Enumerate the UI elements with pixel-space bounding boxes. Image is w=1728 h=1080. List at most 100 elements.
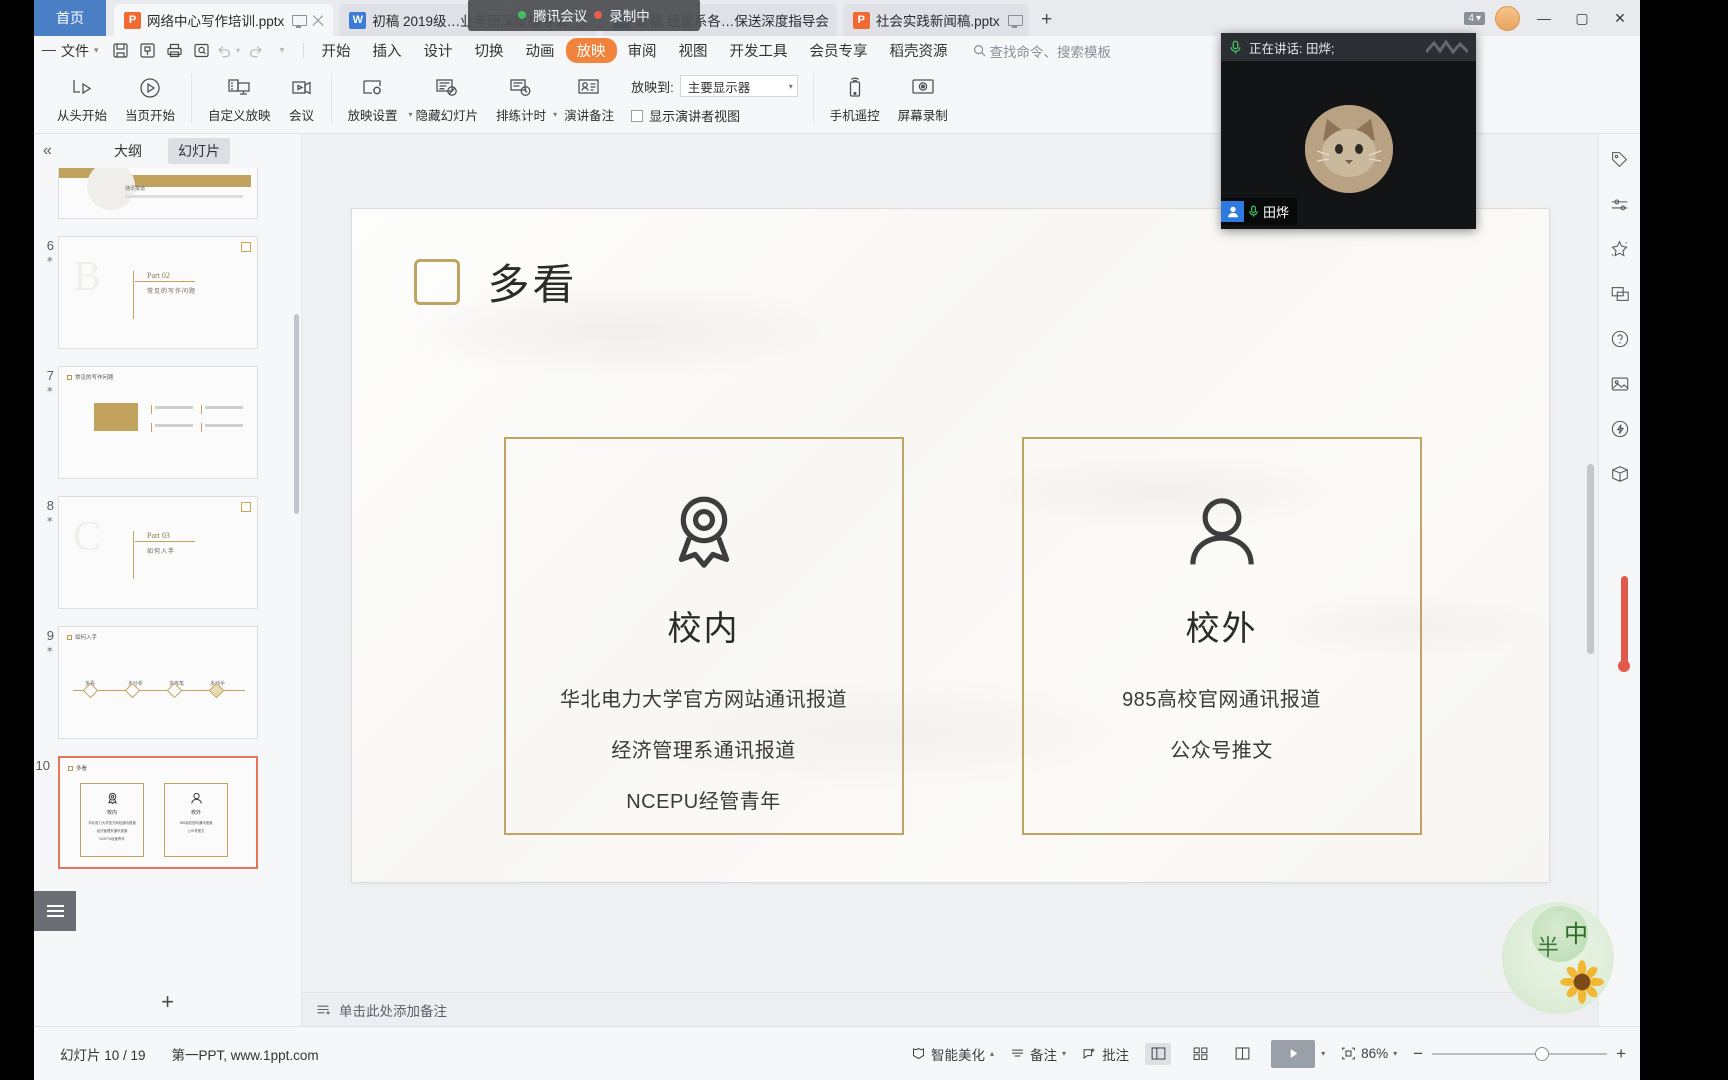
ribbon-phone-remote[interactable]: 手机遥控 — [821, 69, 889, 124]
sparkle-star-icon[interactable] — [1609, 238, 1631, 260]
notes-bar[interactable]: 单击此处添加备注 — [302, 992, 1598, 1026]
beautify-button[interactable]: 智能美化 ▴ — [911, 1044, 994, 1064]
slide-editor[interactable]: 多看 校内 华北电力大学官方网站通讯报道 经济管理系通讯报道 NCEPU经管青年… — [302, 134, 1598, 1026]
ribbon-custom-show[interactable]: 自定义放映 — [199, 69, 280, 124]
slider-settings-icon[interactable] — [1609, 193, 1631, 215]
screen-share-icon[interactable] — [1609, 283, 1631, 305]
menu-item-slideshow[interactable]: 放映 — [565, 38, 617, 63]
collapse-chevrons-icon[interactable]: « — [43, 142, 52, 160]
menu-item-resources[interactable]: 稻壳资源 — [879, 38, 959, 63]
slide-title-group[interactable]: 多看 — [413, 251, 578, 312]
new-tab-button[interactable]: + — [1029, 4, 1065, 36]
play-slideshow-icon[interactable] — [1271, 1039, 1316, 1068]
add-slide-button[interactable]: + — [34, 978, 301, 1026]
redo-icon[interactable] — [243, 40, 268, 62]
thumbnail-slide-5[interactable]: 通讯报道 — [58, 168, 258, 219]
close-icon[interactable] — [312, 14, 325, 27]
ribbon-meeting[interactable]: 会议 — [280, 69, 324, 124]
maximize-button[interactable]: ▢ — [1568, 10, 1596, 27]
thumbnail-slide-8[interactable]: 8 ✶ C Part 03 如何入手 — [46, 496, 258, 609]
save-icon[interactable] — [108, 40, 133, 62]
meeting-floating-window[interactable]: 正在讲话: 田烨; 田烨 — [1221, 33, 1476, 229]
thumbnail-checkbox[interactable] — [241, 242, 251, 252]
close-window-button[interactable]: ✕ — [1606, 10, 1634, 27]
ribbon-start-from-current[interactable]: 当页开始 — [116, 69, 184, 124]
project-to-select[interactable]: 主要显示器 ▾ — [679, 75, 798, 97]
card-campus-internal[interactable]: 校内 华北电力大学官方网站通讯报道 经济管理系通讯报道 NCEPU经管青年 — [503, 437, 904, 835]
slide-canvas[interactable]: 多看 校内 华北电力大学官方网站通讯报道 经济管理系通讯报道 NCEPU经管青年… — [351, 209, 1549, 882]
chevron-down-icon[interactable]: ▾ — [1321, 1049, 1325, 1058]
zoom-in-button[interactable]: + — [1616, 1044, 1626, 1064]
zoom-slider[interactable]: − + — [1413, 1044, 1626, 1064]
menu-item-review[interactable]: 审阅 — [617, 38, 668, 63]
minimize-button[interactable]: — — [1530, 10, 1558, 26]
reading-view-icon[interactable] — [1229, 1043, 1255, 1065]
menu-item-animation[interactable]: 动画 — [515, 38, 566, 63]
file-menu-button[interactable]: 文件 ▾ — [42, 41, 99, 61]
thumbnail-7-animation-star: ✶ — [45, 385, 54, 396]
thumbnail-list[interactable]: 通讯报道 6 ✶ B Part 02 常见的写作问题 7 ✶ 常见的写作问题 8… — [34, 168, 301, 978]
start-from-beginning-icon — [69, 72, 95, 104]
thumbnail-slide-9[interactable]: 9 ✶ 如何入手 多看 多分析 多练笔 多动手 — [46, 626, 258, 739]
card-campus-external[interactable]: 校外 985高校官网通讯报道 公众号推文 — [1021, 437, 1422, 835]
menu-item-insert[interactable]: 插入 — [362, 38, 413, 63]
ribbon-divider — [191, 73, 193, 123]
menu-item-design[interactable]: 设计 — [413, 38, 464, 63]
chevron-down-icon[interactable]: ▾ — [553, 110, 557, 119]
tab-overflow-badge[interactable]: 4 ▾ — [1464, 11, 1485, 25]
zoom-knob[interactable] — [1535, 1046, 1550, 1061]
ribbon-screen-record-label: 屏幕录制 — [897, 109, 948, 123]
package-icon[interactable] — [1609, 463, 1631, 485]
document-tab-4[interactable]: P 社会实践新闻稿.pptx — [842, 4, 1029, 36]
comment-button[interactable]: 批注 — [1082, 1044, 1129, 1064]
menu-item-devtools[interactable]: 开发工具 — [719, 38, 799, 63]
menu-item-transition[interactable]: 切换 — [464, 38, 515, 63]
thumbnail-checkbox[interactable] — [241, 502, 251, 512]
customize-toolbar-icon[interactable]: ▾ — [270, 40, 295, 62]
fit-to-window-button[interactable]: 86% ▾ — [1341, 1046, 1397, 1061]
ribbon-start-from-beginning[interactable]: 从头开始 — [48, 69, 116, 124]
print-icon[interactable] — [162, 40, 187, 62]
outline-list-icon[interactable] — [34, 891, 76, 931]
notes-toggle-button[interactable]: 备注 ▾ — [1010, 1044, 1066, 1064]
ribbon-speaker-notes[interactable]: 演讲备注 — [555, 69, 623, 124]
ribbon-rehearse-timing[interactable]: 排练计时 ▾ — [487, 69, 557, 133]
menu-item-view[interactable]: 视图 — [668, 38, 719, 63]
zoom-out-button[interactable]: − — [1413, 1044, 1423, 1064]
cast-icon[interactable] — [1007, 14, 1023, 28]
avatar[interactable] — [1495, 5, 1520, 31]
person-icon — [1176, 487, 1268, 579]
tag-icon[interactable] — [1609, 148, 1631, 170]
chevron-down-icon[interactable]: ▾ — [409, 110, 413, 119]
cast-icon[interactable] — [292, 14, 308, 28]
normal-view-icon[interactable] — [1145, 1042, 1172, 1065]
recording-status-label: 录制中 — [609, 9, 650, 24]
menu-item-member[interactable]: 会员专享 — [799, 38, 879, 63]
thumbnail-scrollbar[interactable] — [294, 314, 299, 514]
home-tab[interactable]: 首页 — [34, 0, 106, 36]
ribbon-show-settings[interactable]: 放映设置 ▾ — [339, 69, 413, 133]
tab-outline[interactable]: 大纲 — [104, 138, 152, 164]
ribbon-hide-slide[interactable]: 隐藏幻灯片 — [407, 69, 488, 124]
image-edit-icon[interactable] — [1609, 373, 1631, 395]
undo-icon[interactable]: ▾ — [216, 40, 241, 62]
ribbon-screen-record[interactable]: 屏幕录制 — [889, 69, 957, 124]
save-as-icon[interactable] — [135, 40, 160, 62]
zoom-track[interactable] — [1432, 1046, 1608, 1061]
document-tab-1[interactable]: P 网络中心写作培训.pptx — [114, 4, 334, 36]
editor-vertical-scrollbar[interactable] — [1587, 464, 1594, 654]
menu-item-start[interactable]: 开始 — [311, 38, 362, 63]
help-circle-icon[interactable] — [1609, 328, 1631, 350]
thumbnail-9-title: 如何入手 — [75, 635, 98, 641]
thumbnail-slide-10[interactable]: 10 多看 校内 华北电力大学官方网站通讯报道 经济管理系通讯报道 NCEPU经… — [36, 756, 258, 869]
thumbnail-slide-6[interactable]: 6 ✶ B Part 02 常见的写作问题 — [46, 236, 258, 349]
meeting-video-area[interactable]: 田烨 — [1221, 61, 1476, 229]
search-input[interactable]: 查找命令、搜索模板 — [973, 41, 1111, 61]
presenter-view-checkbox[interactable] — [631, 109, 644, 122]
slide-sorter-icon[interactable] — [1187, 1043, 1213, 1065]
lightning-shield-icon[interactable] — [1609, 418, 1631, 440]
tab-slides[interactable]: 幻灯片 — [168, 138, 230, 164]
print-preview-icon[interactable] — [189, 40, 214, 62]
presenter-view-row[interactable]: 显示演讲者视图 — [631, 106, 798, 125]
thumbnail-slide-7[interactable]: 7 ✶ 常见的写作问题 — [46, 366, 258, 479]
